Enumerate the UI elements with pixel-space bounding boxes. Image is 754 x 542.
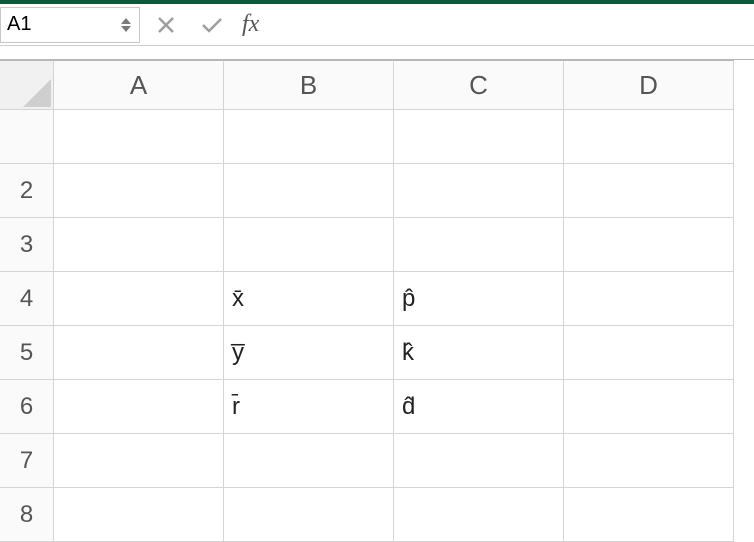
cell-B6[interactable]: r̄ <box>224 380 394 434</box>
cell-B8[interactable] <box>224 488 394 542</box>
cancel-button[interactable] <box>146 9 186 41</box>
cell-B7[interactable] <box>224 434 394 488</box>
accept-button[interactable] <box>192 9 232 41</box>
select-all-corner[interactable] <box>0 60 54 110</box>
cell-D1[interactable] <box>564 110 734 164</box>
cell-A3[interactable] <box>54 218 224 272</box>
cell-A2[interactable] <box>54 164 224 218</box>
name-box-stepper[interactable] <box>121 18 131 32</box>
cell-C4[interactable]: p̂ <box>394 272 564 326</box>
cell-D7[interactable] <box>564 434 734 488</box>
fx-label[interactable]: fx <box>238 11 263 38</box>
cell-A5[interactable] <box>54 326 224 380</box>
chevron-up-icon[interactable] <box>121 18 131 24</box>
row-header-2[interactable]: 2 <box>0 164 54 218</box>
cell-D5[interactable] <box>564 326 734 380</box>
cell-C6[interactable]: d̂ <box>394 380 564 434</box>
cell-B5[interactable]: y̅ <box>224 326 394 380</box>
row-header-5[interactable]: 5 <box>0 326 54 380</box>
cell-A6[interactable] <box>54 380 224 434</box>
cell-C5[interactable]: k̂ <box>394 326 564 380</box>
toolbar-gap <box>0 46 754 60</box>
cell-A4[interactable] <box>54 272 224 326</box>
formula-bar: A1 fx <box>0 4 754 46</box>
cell-B4[interactable]: x̄ <box>224 272 394 326</box>
name-box-value: A1 <box>7 13 121 36</box>
row-header-6[interactable]: 6 <box>0 380 54 434</box>
cell-A8[interactable] <box>54 488 224 542</box>
cell-C7[interactable] <box>394 434 564 488</box>
chevron-down-icon[interactable] <box>121 26 131 32</box>
cell-D8[interactable] <box>564 488 734 542</box>
cell-D4[interactable] <box>564 272 734 326</box>
cell-C8[interactable] <box>394 488 564 542</box>
col-header-C[interactable]: C <box>394 60 564 110</box>
row-header-7[interactable]: 7 <box>0 434 54 488</box>
row-header-1[interactable] <box>0 110 54 164</box>
close-icon <box>157 16 175 34</box>
cell-A1[interactable] <box>54 110 224 164</box>
col-header-D[interactable]: D <box>564 60 734 110</box>
cell-A7[interactable] <box>54 434 224 488</box>
col-header-B[interactable]: B <box>224 60 394 110</box>
check-icon <box>201 16 223 34</box>
cell-B2[interactable] <box>224 164 394 218</box>
cell-C2[interactable] <box>394 164 564 218</box>
name-box[interactable]: A1 <box>0 7 140 43</box>
col-header-A[interactable]: A <box>54 60 224 110</box>
cell-B3[interactable] <box>224 218 394 272</box>
cell-D2[interactable] <box>564 164 734 218</box>
cell-B1[interactable] <box>224 110 394 164</box>
formula-input[interactable] <box>269 9 754 41</box>
cell-D3[interactable] <box>564 218 734 272</box>
spreadsheet-grid[interactable]: A B C D 2 3 4 x̄ p̂ 5 y̅ k̂ 6 r̄ d̂ 7 8 <box>0 60 754 542</box>
row-header-3[interactable]: 3 <box>0 218 54 272</box>
cell-C1[interactable] <box>394 110 564 164</box>
row-header-8[interactable]: 8 <box>0 488 54 542</box>
row-header-4[interactable]: 4 <box>0 272 54 326</box>
cell-D6[interactable] <box>564 380 734 434</box>
cell-C3[interactable] <box>394 218 564 272</box>
